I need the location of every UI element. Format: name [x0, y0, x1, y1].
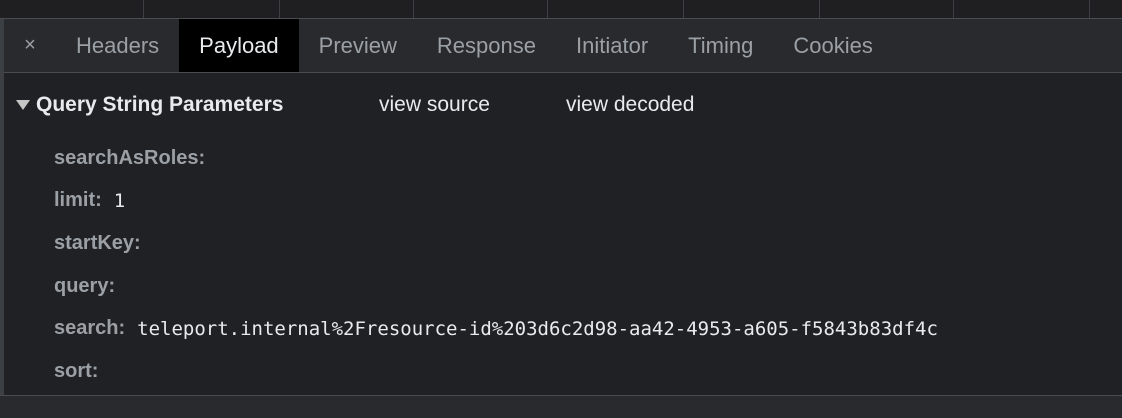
- tab-payload[interactable]: Payload: [179, 19, 299, 72]
- payload-content: Query String Parameters view source view…: [4, 73, 1122, 395]
- tab-initiator[interactable]: Initiator: [556, 19, 668, 72]
- param-value: teleport.internal%2Fresource-id%203d6c2d…: [137, 317, 938, 340]
- query-string-section-toggle[interactable]: Query String Parameters: [16, 91, 283, 119]
- column-divider: [819, 0, 820, 18]
- devtools-payload-panel: × Headers Payload Preview Response Initi…: [0, 0, 1122, 418]
- view-source-button[interactable]: view source: [379, 91, 490, 119]
- tab-timing[interactable]: Timing: [668, 19, 773, 72]
- param-row: query:: [54, 265, 938, 308]
- param-key: query:: [54, 274, 116, 297]
- param-row: startKey:: [54, 222, 938, 265]
- close-icon[interactable]: ×: [4, 19, 56, 72]
- column-divider: [143, 0, 144, 18]
- network-columns-strip: [0, 0, 1122, 19]
- column-divider: [683, 0, 684, 18]
- column-divider: [413, 0, 414, 18]
- tab-cookies[interactable]: Cookies: [773, 19, 892, 72]
- param-key: limit:: [54, 189, 102, 212]
- section-title: Query String Parameters: [36, 93, 284, 116]
- tab-preview[interactable]: Preview: [299, 19, 417, 72]
- tab-headers[interactable]: Headers: [56, 19, 179, 72]
- param-row: search: teleport.internal%2Fresource-id%…: [54, 307, 938, 350]
- detail-tabbar: × Headers Payload Preview Response Initi…: [4, 19, 1122, 73]
- tab-response[interactable]: Response: [417, 19, 556, 72]
- view-decoded-button[interactable]: view decoded: [566, 91, 694, 119]
- expand-triangle-icon[interactable]: [16, 100, 30, 110]
- param-row: sort:: [54, 350, 938, 393]
- column-divider: [547, 0, 548, 18]
- query-params-list: searchAsRoles: limit: 1 startKey: query:…: [54, 137, 938, 393]
- param-key: search:: [54, 317, 126, 340]
- column-divider: [279, 0, 280, 18]
- param-key: startKey:: [54, 231, 141, 254]
- param-row: searchAsRoles:: [54, 137, 938, 180]
- param-key: searchAsRoles:: [54, 146, 206, 169]
- param-row: limit: 1: [54, 180, 938, 223]
- column-divider: [953, 0, 954, 18]
- column-divider: [1089, 0, 1090, 18]
- param-key: sort:: [54, 359, 99, 382]
- panel-footer: [0, 395, 1122, 418]
- param-value: 1: [113, 189, 126, 212]
